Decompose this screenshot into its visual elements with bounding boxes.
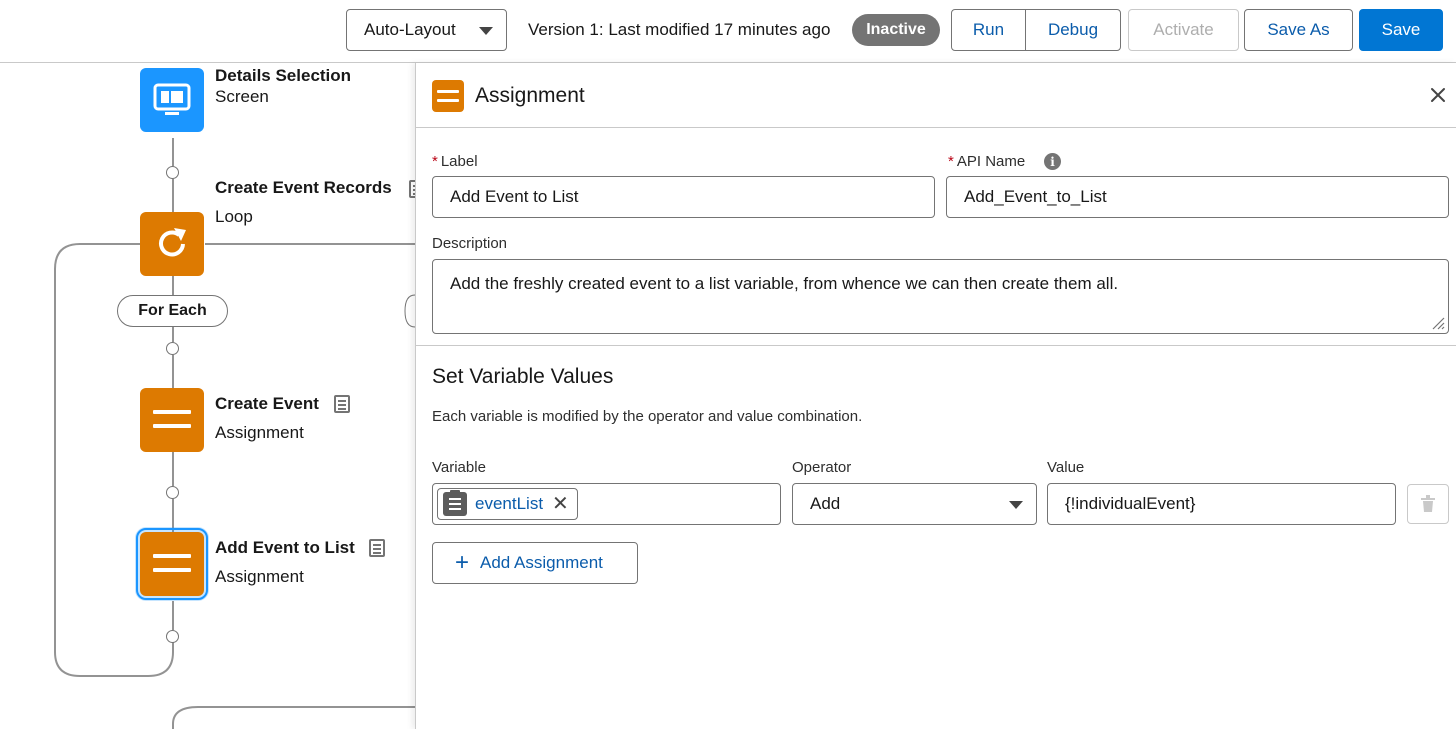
description-note-icon (334, 395, 350, 413)
element-property-panel: Assignment * Label Add Event to List * API… (415, 63, 1456, 729)
panel-header: Assignment (416, 63, 1456, 128)
required-marker: * (948, 153, 954, 170)
panel-title: Assignment (475, 84, 585, 107)
flow-canvas[interactable]: Details Selection Screen Create Event Re… (0, 64, 415, 729)
delete-assignment-button[interactable] (1407, 484, 1449, 524)
connector-line (172, 452, 174, 486)
node-type-assignment: Assignment (215, 423, 304, 442)
add-assignment-button[interactable]: + Add Assignment (432, 542, 638, 584)
operator-column-label: Operator (792, 459, 852, 476)
section-title: Set Variable Values (432, 365, 614, 388)
assignment-icon (153, 410, 191, 428)
add-element-dot[interactable] (166, 342, 179, 355)
label-field-label: * Label (432, 153, 478, 170)
node-title-add-event-to-list[interactable]: Add Event to List (215, 538, 355, 558)
status-badge: Inactive (852, 14, 940, 46)
node-type-loop: Loop (215, 207, 253, 226)
add-assignment-label: Add Assignment (480, 553, 603, 572)
run-button[interactable]: Run (951, 9, 1026, 51)
description-field-label: Description (432, 235, 508, 252)
connector-line (172, 327, 174, 342)
section-divider (416, 345, 1456, 346)
api-name-field-label: * API Name (948, 153, 1026, 170)
assignment-icon (432, 80, 464, 112)
for-each-label: For Each (117, 295, 228, 327)
screen-icon (153, 83, 191, 115)
chevron-down-icon (1009, 501, 1023, 509)
node-type-screen: Screen (215, 87, 269, 106)
node-type-assignment: Assignment (215, 567, 304, 586)
connector-line (172, 138, 174, 166)
collection-variable-icon (443, 490, 467, 516)
plus-icon: + (455, 549, 470, 576)
connector-line (172, 276, 174, 295)
activate-button[interactable]: Activate (1128, 9, 1239, 51)
node-title-details-selection[interactable]: Details Selection (215, 66, 351, 86)
screen-node-icon[interactable] (140, 68, 204, 132)
operator-value: Add (810, 494, 841, 513)
connector-line (172, 601, 174, 630)
save-button[interactable]: Save (1359, 9, 1443, 51)
value-input[interactable]: {!individualEvent} (1047, 483, 1396, 525)
assignment-node-icon[interactable] (140, 388, 204, 452)
node-title-create-event-records[interactable]: Create Event Records (215, 178, 392, 198)
close-icon[interactable] (1428, 85, 1448, 105)
operator-select[interactable]: Add (792, 483, 1037, 525)
description-note-icon (369, 539, 385, 557)
save-as-button[interactable]: Save As (1244, 9, 1353, 51)
flow-builder-toolbar: Auto-Layout Version 1: Last modified 17 … (0, 0, 1456, 63)
assignment-node-icon-selected[interactable] (136, 528, 208, 600)
assignment-icon (153, 554, 191, 572)
version-status-text: Version 1: Last modified 17 minutes ago (528, 20, 831, 39)
resize-handle-icon[interactable] (1431, 316, 1445, 330)
connector-line (172, 355, 174, 388)
add-element-dot[interactable] (166, 630, 179, 643)
variable-pill[interactable]: eventList ✕ (437, 488, 578, 520)
connector-line (172, 499, 174, 532)
required-marker: * (432, 153, 438, 170)
value-column-label: Value (1047, 459, 1085, 476)
layout-mode-value: Auto-Layout (364, 20, 456, 39)
chevron-down-icon (479, 27, 493, 35)
add-element-dot[interactable] (166, 166, 179, 179)
description-text: Add the freshly created event to a list … (450, 274, 1119, 293)
variable-name: eventList (475, 494, 544, 513)
connector-line (172, 179, 174, 212)
api-name-input[interactable]: Add_Event_to_List (946, 176, 1449, 218)
layout-mode-select[interactable]: Auto-Layout (346, 9, 507, 51)
debug-button[interactable]: Debug (1025, 9, 1121, 51)
loop-icon (159, 228, 186, 257)
loop-connector-lines (54, 243, 415, 729)
variable-input[interactable]: eventList ✕ (432, 483, 781, 525)
section-description: Each variable is modified by the operato… (432, 408, 863, 425)
variable-column-label: Variable (432, 459, 486, 476)
loop-node-icon[interactable] (140, 212, 204, 276)
add-element-dot[interactable] (166, 486, 179, 499)
info-icon[interactable]: i (1044, 153, 1061, 170)
trash-icon (1421, 495, 1435, 512)
description-textarea[interactable]: Add the freshly created event to a list … (432, 259, 1449, 334)
remove-pill-icon[interactable]: ✕ (552, 494, 569, 514)
node-title-create-event[interactable]: Create Event (215, 394, 319, 414)
label-input[interactable]: Add Event to List (432, 176, 935, 218)
